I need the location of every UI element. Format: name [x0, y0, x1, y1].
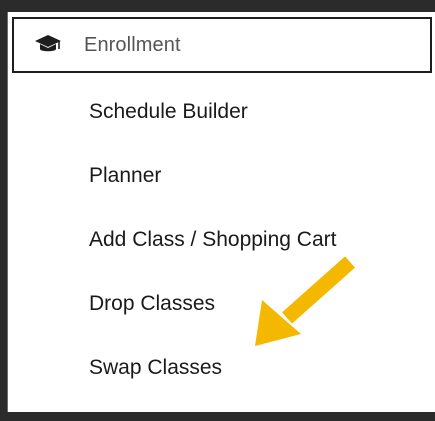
menu-item-schedule-builder[interactable]: Schedule Builder — [12, 80, 432, 144]
enrollment-header[interactable]: Enrollment — [12, 17, 432, 73]
graduation-cap-icon — [34, 33, 62, 57]
menu-item-add-class-shopping-cart[interactable]: Add Class / Shopping Cart — [12, 208, 432, 272]
enrollment-label: Enrollment — [84, 33, 181, 56]
menu-item-planner[interactable]: Planner — [12, 144, 432, 208]
menu-item-swap-classes[interactable]: Swap Classes — [12, 336, 432, 400]
menu-item-drop-classes[interactable]: Drop Classes — [12, 272, 432, 336]
enrollment-submenu: Schedule Builder Planner Add Class / Sho… — [12, 80, 432, 400]
bottom-frame-edge — [0, 412, 435, 421]
